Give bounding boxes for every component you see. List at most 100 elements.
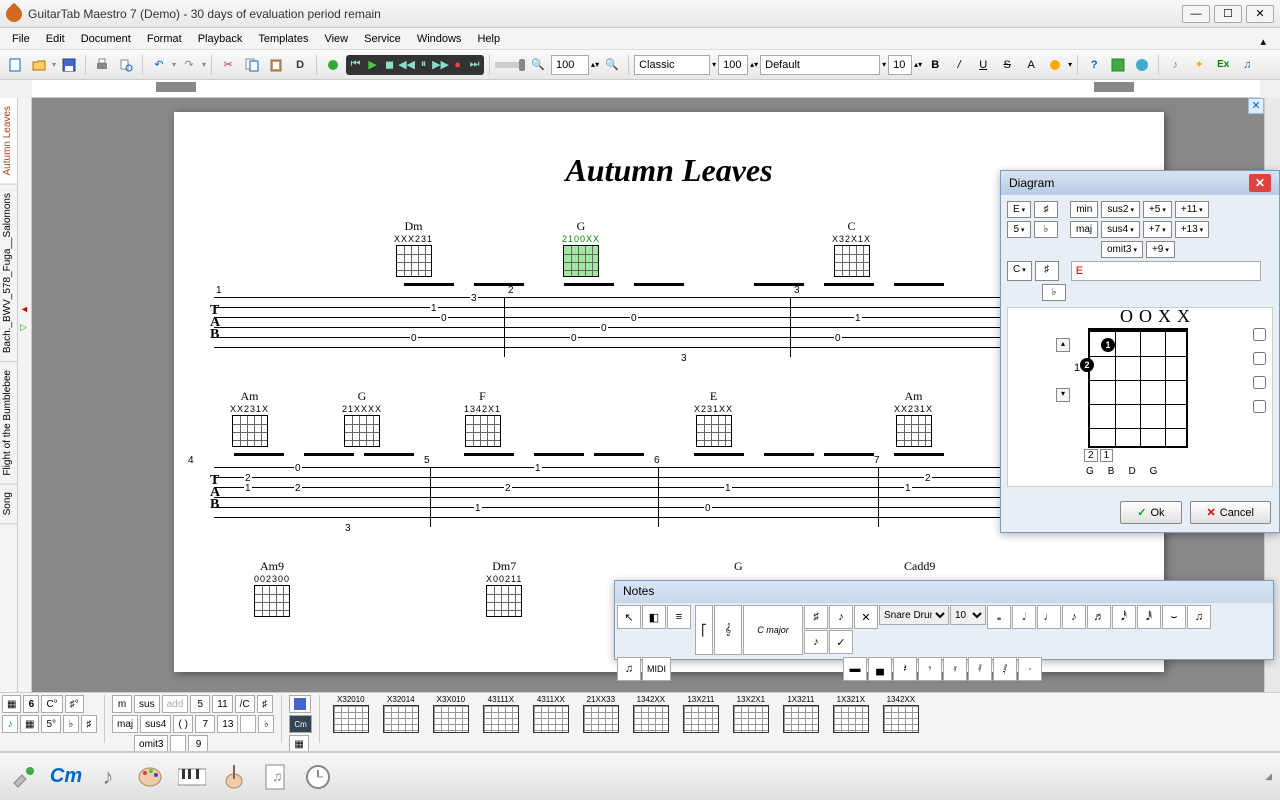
cp-grid-button[interactable]: ▦ — [289, 735, 308, 752]
guitar-icon[interactable] — [218, 761, 250, 793]
dp-sus2-button[interactable]: sus2 — [1101, 201, 1140, 218]
dp-finger-2[interactable]: 2 — [1080, 358, 1094, 372]
palette-icon[interactable] — [134, 761, 166, 793]
close-doc-button[interactable]: ✕ — [1248, 98, 1264, 114]
spinner-icon[interactable]: ▴▾ — [591, 60, 599, 69]
cp-btn[interactable]: C° — [41, 695, 62, 713]
undo-button[interactable]: ↶ — [148, 54, 170, 76]
cp-9-button[interactable]: 9 — [188, 735, 208, 752]
dropdown-icon[interactable]: ▾ — [52, 60, 56, 69]
dp-check2[interactable] — [1253, 352, 1266, 365]
np-eighth-rest-button[interactable]: 𝄾 — [918, 657, 942, 681]
chord-thumbnail[interactable]: 13X2X1 — [727, 695, 775, 749]
cp-add-button[interactable]: add — [162, 695, 189, 713]
np-whole-note-button[interactable]: 𝅝 — [987, 605, 1011, 629]
np-note-button[interactable]: ♫ — [1187, 605, 1211, 629]
np-quarter-rest-button[interactable]: 𝄽 — [893, 657, 917, 681]
menu-help[interactable]: Help — [469, 30, 508, 48]
expr-button[interactable]: Ex — [1212, 54, 1234, 76]
doc-music-icon[interactable]: ♫ — [260, 761, 292, 793]
dropdown-icon[interactable]: ▾ — [882, 60, 886, 69]
cp-flat-button[interactable]: ♭ — [258, 715, 274, 733]
chord-thumbnail[interactable]: 1342XX — [627, 695, 675, 749]
italic-button[interactable]: / — [948, 54, 970, 76]
clock-icon[interactable] — [302, 761, 334, 793]
dp-chord-input[interactable] — [1071, 261, 1261, 281]
options-button[interactable] — [1107, 54, 1129, 76]
dp-up-button[interactable]: ▴ — [1056, 338, 1070, 352]
menu-edit[interactable]: Edit — [38, 30, 73, 48]
cp-5-button[interactable]: 5 — [190, 695, 210, 713]
np-eraser-button[interactable]: ◧ — [642, 605, 666, 629]
menu-windows[interactable]: Windows — [409, 30, 470, 48]
cp-btn[interactable]: ♭ — [63, 715, 79, 733]
cp-btn[interactable]: 6 — [23, 695, 39, 713]
note-button[interactable]: ♪ — [1164, 54, 1186, 76]
duplicate-button[interactable]: D — [289, 54, 311, 76]
cp-sus4-button[interactable]: sus4 — [140, 715, 171, 733]
new-doc-button[interactable] — [4, 54, 26, 76]
np-32nd-rest-button[interactable]: 𝅀 — [968, 657, 992, 681]
font-a-button[interactable]: A — [1020, 54, 1042, 76]
dp-plus13-button[interactable]: +13 — [1175, 221, 1209, 238]
np-btn[interactable]: ♪ — [829, 605, 853, 629]
cp-7-button[interactable]: 7 — [195, 715, 215, 733]
spinner-icon[interactable]: ▴▾ — [914, 60, 922, 69]
np-16th-note-button[interactable]: ♬ — [1087, 605, 1111, 629]
notes-title[interactable]: Notes — [615, 581, 1273, 603]
skip-fwd-button[interactable]: ⏭ — [466, 56, 483, 74]
chord-thumbnail[interactable]: X3X010 — [427, 695, 475, 749]
np-half-rest-button[interactable]: ▄ — [868, 657, 892, 681]
cp-sharp-button[interactable]: ♯ — [257, 695, 273, 713]
dp-flat-button[interactable]: ♭ — [1034, 221, 1058, 238]
paste-button[interactable] — [265, 54, 287, 76]
strike-button[interactable]: S — [996, 54, 1018, 76]
chord-thumbnail[interactable]: X32010 — [327, 695, 375, 749]
dp-maj-button[interactable]: maj — [1070, 221, 1098, 238]
dp-fretboard[interactable]: OOXX ▴ ▾ 1 1 2 21 GBDG — [1007, 307, 1273, 487]
record-button[interactable]: ● — [449, 56, 466, 74]
note-icon[interactable]: ♪ — [92, 761, 124, 793]
cp-omit3-button[interactable]: omit3 — [134, 735, 168, 752]
ruler[interactable] — [32, 80, 1260, 98]
menu-chevron-icon[interactable]: ▴ — [1252, 32, 1274, 51]
keyboard-icon[interactable] — [176, 761, 208, 793]
dropdown-icon[interactable]: ▾ — [712, 60, 716, 69]
np-pointer-button[interactable]: ↖ — [617, 605, 641, 629]
star-button[interactable]: ✦ — [1188, 54, 1210, 76]
diagram-title-bar[interactable]: Diagram ✕ — [1001, 171, 1279, 195]
menu-playback[interactable]: Playback — [190, 30, 251, 48]
music-button[interactable]: ♫ — [1236, 54, 1258, 76]
chord-thumbnail[interactable]: 4311XX — [527, 695, 575, 749]
menu-format[interactable]: Format — [139, 30, 190, 48]
cp-11-button[interactable]: 11 — [212, 695, 232, 713]
dropdown-icon[interactable]: ▾ — [202, 60, 206, 69]
cp-btn[interactable]: ♪ — [2, 715, 18, 733]
cp-btn[interactable]: ♯ — [81, 715, 97, 733]
chord-thumbnail[interactable]: X32014 — [377, 695, 425, 749]
chord-thumbnail[interactable]: 13X211 — [677, 695, 725, 749]
cp-m-button[interactable]: m — [112, 695, 132, 713]
dp-sharp-button[interactable]: ♯ — [1034, 201, 1058, 218]
dp-fret-select[interactable]: 5 — [1007, 221, 1031, 238]
help-button[interactable]: ? — [1083, 54, 1105, 76]
np-eighth-note-button[interactable]: ♪ — [1062, 605, 1086, 629]
cp-save-button[interactable] — [289, 695, 311, 713]
tool-icon[interactable] — [8, 761, 40, 793]
skip-back-button[interactable]: ⏮ — [347, 56, 364, 74]
diagram-close-button[interactable]: ✕ — [1249, 174, 1271, 192]
np-quarter-note-button[interactable]: ♩ — [1037, 605, 1061, 629]
step-back-button[interactable]: ◀◀ — [398, 56, 415, 74]
np-bracket-button[interactable]: ⎡ — [695, 605, 713, 655]
menu-view[interactable]: View — [316, 30, 356, 48]
zoom-input[interactable] — [551, 55, 589, 75]
tab-bach[interactable]: Bach._BWV_578_Fuga__Salomons — [0, 185, 17, 362]
cp-btn[interactable]: ▦ — [2, 695, 21, 713]
print-preview-button[interactable] — [115, 54, 137, 76]
cp-btn[interactable]: ♯° — [65, 695, 84, 713]
np-64th-note-button[interactable]: 𝅘𝅥𝅱 — [1137, 605, 1161, 629]
chord-thumbnail[interactable]: 43111X — [477, 695, 525, 749]
redo-button[interactable]: ↷ — [178, 54, 200, 76]
np-btn[interactable]: ✓ — [829, 630, 853, 654]
tab-song[interactable]: Song — [0, 484, 17, 524]
